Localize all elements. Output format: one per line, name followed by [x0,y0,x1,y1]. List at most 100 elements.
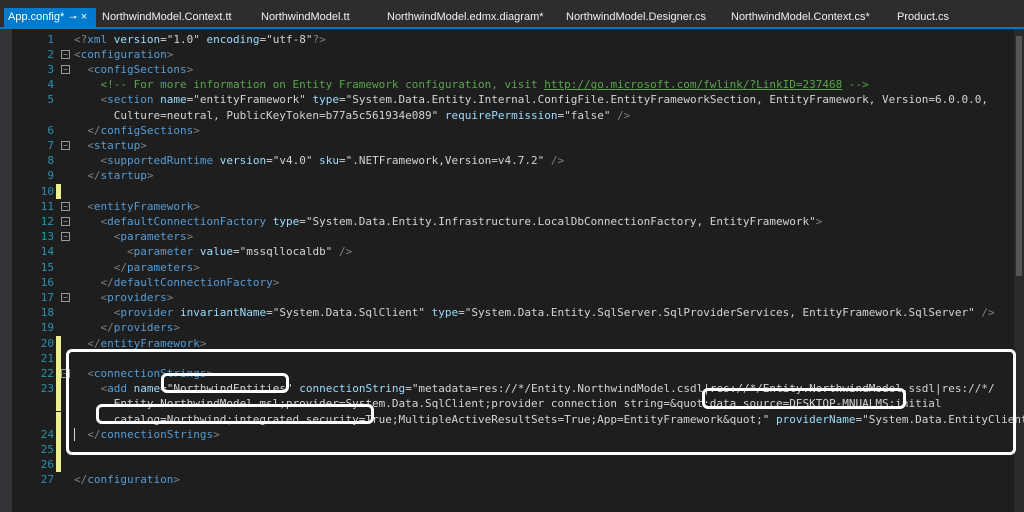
tab-northwindmodel-edmx-diagram[interactable]: NorthwindModel.edmx.diagram* [383,8,548,27]
code-line[interactable]: 1 <?xml version="1.0" encoding="utf-8"?> [0,32,1010,47]
code-token: < [87,62,94,76]
code-token: < [87,138,94,152]
code-token: < [126,245,134,259]
code-line[interactable]: 13− <parameters> [0,229,1010,244]
document-tab-bar: App.config* ⊸ × NorthwindModel.Context.tt … [0,0,1024,27]
line-number: 12 [40,214,54,228]
collapse-toggle-icon[interactable]: − [61,216,70,226]
code-token: = [458,306,465,320]
code-token: value [199,245,233,259]
unsaved-change-marker [56,396,61,412]
code-line[interactable]: 3− <configSections> [0,62,1010,77]
unsaved-change-marker [56,426,61,442]
code-token: </ [87,123,101,137]
code-line[interactable]: 16 </defaultConnectionFactory> [0,275,1010,290]
code-line[interactable]: 7− <startup> [0,138,1010,153]
code-token: > [815,214,823,228]
code-token: "1.0" [166,32,200,46]
code-line[interactable]: 17− <providers> [0,290,1010,305]
line-number: 2 [47,47,54,61]
code-line[interactable]: Culture=neutral, PublicKeyToken=b77a5c56… [0,108,1010,123]
tab-label: NorthwindModel.tt [261,11,350,23]
code-line[interactable]: 26 [0,457,1010,473]
code-text: <provider invariantName="System.Data.Sql… [74,305,995,320]
code-line[interactable]: 12− <defaultConnectionFactory type="Syst… [0,214,1010,229]
code-token: </ [87,169,101,183]
collapse-toggle-icon[interactable]: − [61,292,70,302]
tab-northwindmodel-context-cs[interactable]: NorthwindModel.Context.cs* [727,8,874,27]
code-token: requirePermission [444,108,558,122]
code-text: <startup> [74,138,147,153]
code-token: = [232,245,240,259]
unsaved-change-marker [56,350,61,366]
code-token: = [266,154,273,168]
line-number: 6 [47,123,54,137]
code-token: section [107,93,154,107]
tab-app-config[interactable]: App.config* ⊸ × [4,8,96,27]
code-line[interactable]: 4 <!-- For more information on Entity Fr… [0,77,1010,92]
code-line[interactable]: 27 </configuration> [0,472,1010,487]
code-line[interactable]: 2− <configuration> [0,47,1010,62]
code-token: = [160,32,167,46]
code-line[interactable]: 18 <provider invariantName="System.Data.… [0,305,1010,320]
code-token[interactable]: http://go.microsoft.com/fwlink/?LinkID=2… [544,78,842,91]
code-line[interactable]: 15 </parameters> [0,260,1010,275]
scrollbar-thumb[interactable] [1016,36,1022,276]
tab-label: Product.cs [897,11,949,23]
code-text: <parameter value="mssqllocaldb" /> [74,244,352,259]
close-icon[interactable]: × [81,11,87,23]
code-token: xml [87,32,108,46]
code-token: type [431,306,459,320]
tab-northwindmodel-designer-cs[interactable]: NorthwindModel.Designer.cs [562,8,710,27]
code-token: </ [100,321,114,335]
code-line[interactable]: 5 <section name="entityFramework" type="… [0,92,1010,107]
collapse-toggle-icon[interactable]: − [61,140,70,150]
code-token: ".NETFramework,Version=v4.7.2" [345,154,545,168]
unsaved-change-marker [56,381,61,397]
tab-label: NorthwindModel.edmx.diagram* [387,11,544,23]
code-token: supportedRuntime [107,154,214,168]
code-token: encoding [206,32,260,46]
collapse-toggle-icon[interactable]: − [61,201,70,211]
code-line[interactable]: 19 </providers> [0,320,1010,335]
tab-northwindmodel-context-tt[interactable]: NorthwindModel.Context.tt [98,8,236,27]
code-token: "System.Data.SqlClient" [272,306,426,320]
code-token: > [193,123,200,137]
code-token: providers [113,321,174,335]
code-line[interactable]: 8 <supportedRuntime version="v4.0" sku="… [0,153,1010,168]
tab-product-cs[interactable]: Product.cs [893,8,953,27]
code-line[interactable]: 6 </configSections> [0,123,1010,138]
code-token: startup [93,138,141,152]
code-token: provider [120,306,174,320]
code-line[interactable]: 11− <entityFramework> [0,199,1010,214]
collapse-toggle-icon[interactable]: − [61,64,70,74]
code-token: configSections [93,62,187,76]
pin-icon[interactable]: ⊸ [69,12,77,22]
unsaved-change-marker [56,335,61,351]
line-number: 14 [40,245,54,259]
code-token: parameter [133,245,194,259]
code-token: = [338,154,346,168]
code-token: > [166,47,174,61]
collapse-toggle-icon[interactable]: − [61,232,70,242]
code-line[interactable]: 10 [0,183,1010,199]
code-token: > [173,473,180,487]
collapse-toggle-icon[interactable]: − [61,49,70,59]
code-text: <!-- For more information on Entity Fram… [74,77,869,92]
code-line[interactable]: 14 <parameter value="mssqllocaldb" /> [0,244,1010,259]
code-token: defaultConnectionFactory [107,214,267,228]
code-token: /> [617,108,631,122]
code-token: <? [74,32,88,46]
code-token: = [266,306,273,320]
line-number: 22 [40,366,54,380]
tab-northwindmodel-tt[interactable]: NorthwindModel.tt [257,8,354,27]
code-text: <section name="entityFramework" type="Sy… [74,92,988,107]
code-token: > [272,275,280,289]
line-number: 11 [40,199,54,213]
code-line[interactable]: 9 </startup> [0,168,1010,183]
